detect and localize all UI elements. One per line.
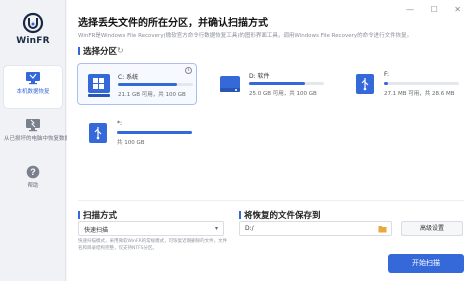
sidebar-item-help[interactable]: ? 帮助 — [4, 160, 62, 202]
drive-name: D: 软件 — [249, 73, 270, 80]
accent-bar — [78, 211, 80, 219]
chevron-down-icon: ▾ — [214, 225, 218, 232]
damaged-computer-icon — [26, 119, 40, 132]
sidebar-item-label: 本机数据恢复 — [16, 89, 50, 95]
drive-usage-bar — [249, 82, 324, 85]
usb-drive-icon — [89, 123, 107, 143]
drive-card-d[interactable]: D: 软件 25.0 GB 可用，共 100 GB — [209, 63, 329, 105]
drive-usage-fill — [384, 82, 388, 85]
scan-mode-select[interactable]: 快速扫描 ▾ — [78, 221, 224, 236]
save-section-label: 将恢复的文件保存到 — [239, 209, 321, 221]
drive-usage-fill — [117, 131, 192, 134]
window-controls[interactable]: — ☐ ✕ — [406, 5, 468, 14]
drive-card-unnamed[interactable]: *: 共 100 GB — [77, 112, 197, 154]
page-description: WinFR是Windows File Recovery(微软官方命令行数据恢复工… — [78, 33, 413, 39]
scan-mode-value: 快速扫描 — [84, 227, 109, 234]
app-logo: WinFR — [12, 12, 54, 46]
drive-usage-bar — [118, 83, 193, 86]
start-scan-button[interactable]: 开始扫描 — [388, 254, 464, 273]
save-path-value: D:/ — [245, 225, 254, 232]
page-title: 选择丢失文件的所在分区，并确认扫描方式 — [78, 18, 268, 29]
svg-text:?: ? — [30, 167, 36, 177]
windows-drive-icon — [88, 74, 110, 97]
drive-card-f[interactable]: F: 27.1 MB 可用，共 28.6 MB — [344, 63, 464, 105]
scan-section-text: 扫描方式 — [83, 211, 118, 221]
sidebar-item-damaged-recovery[interactable]: 从已损坏的电脑中恢复数据 — [4, 113, 71, 155]
drive-name: F: — [384, 71, 390, 78]
advanced-settings-button[interactable]: 高级设置 — [401, 221, 463, 236]
sidebar-item-label: 帮助 — [27, 183, 39, 189]
accent-bar — [78, 47, 80, 55]
main-panel: — ☐ ✕ 选择丢失文件的所在分区，并确认扫描方式 WinFR是Windows … — [67, 0, 474, 281]
sidebar: WinFR 本机数据恢复 从已损坏的电脑中恢复数据 ? 帮助 — [0, 0, 71, 281]
partition-section-text: 选择分区 — [83, 47, 118, 57]
drive-size: 25.0 GB 可用，共 100 GB — [249, 91, 317, 97]
app-name: WinFR — [16, 36, 50, 46]
drive-size: 21.1 GB 可用，共 100 GB — [118, 92, 186, 98]
section-divider — [78, 200, 464, 201]
accent-bar — [239, 211, 241, 219]
drive-size: 共 100 GB — [117, 140, 145, 146]
drive-usage-fill — [118, 83, 178, 86]
save-section-text: 将恢复的文件保存到 — [244, 211, 321, 221]
save-path-input[interactable]: D:/ — [239, 221, 392, 236]
drive-card-c[interactable]: C: 系统 21.1 GB 可用，共 100 GB i — [77, 63, 197, 105]
sidebar-item-label: 从已损坏的电脑中恢复数据 — [4, 136, 71, 142]
folder-icon[interactable] — [378, 225, 387, 233]
scan-mode-hint: 快速扫描模式，采用微软WinFR的常规模式，可恢复近期删除的文件，文件名和目录结… — [78, 239, 228, 251]
drive-usage-bar — [384, 82, 459, 85]
drive-name: C: 系统 — [118, 74, 139, 81]
sidebar-item-local-recovery[interactable]: 本机数据恢复 — [4, 66, 62, 108]
app-logo-icon — [22, 12, 44, 34]
drive-size: 27.1 MB 可用，共 28.6 MB — [384, 91, 455, 97]
info-icon[interactable]: i — [185, 67, 192, 74]
help-icon: ? — [26, 165, 40, 179]
computer-icon — [26, 72, 40, 85]
drive-name: *: — [117, 120, 123, 127]
drive-usage-fill — [249, 82, 306, 85]
usb-drive-icon — [356, 74, 374, 94]
drive-usage-bar — [117, 131, 192, 134]
scan-section-label: 扫描方式 — [78, 209, 117, 221]
refresh-icon[interactable]: ↻ — [117, 46, 124, 55]
drive-icon — [220, 76, 240, 92]
partition-section-label: 选择分区 — [78, 45, 117, 57]
